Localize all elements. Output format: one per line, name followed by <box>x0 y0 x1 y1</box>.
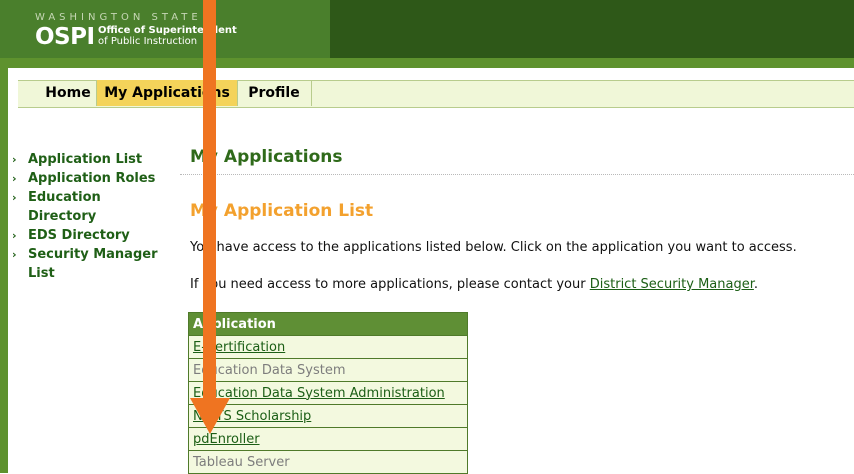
intro-text: You have access to the applications list… <box>190 240 797 255</box>
sidebar-item-education-directory[interactable]: › Education Directory <box>12 188 172 226</box>
app-cell: E-Certification <box>188 335 468 359</box>
header-band <box>0 58 854 68</box>
app-cell: NWTS Scholarship <box>188 404 468 428</box>
chevron-right-icon: › <box>12 153 17 166</box>
app-cell: Education Data System Administration <box>188 381 468 405</box>
chevron-right-icon: › <box>12 229 17 242</box>
sidebar-item-application-roles[interactable]: › Application Roles <box>12 169 172 188</box>
sidebar-item-security-manager-list[interactable]: › Security Manager List <box>12 245 172 283</box>
app-link-eds-administration[interactable]: Education Data System Administration <box>193 386 445 401</box>
table-row: Tableau Server <box>188 450 468 474</box>
tab-profile[interactable]: Profile <box>237 80 312 106</box>
sidebar-item-label: Application Roles <box>28 171 156 186</box>
app-item-tableau-server[interactable]: Tableau Server <box>193 455 290 470</box>
sidebar-item-application-list[interactable]: › Application List <box>12 150 172 169</box>
tab-my-applications[interactable]: My Applications <box>96 80 238 106</box>
applications-table: Application E-Certification Education Da… <box>188 312 468 474</box>
tab-home[interactable]: Home <box>36 80 100 106</box>
table-row: Education Data System Administration <box>188 381 468 405</box>
app-cell: Tableau Server <box>188 450 468 474</box>
district-security-manager-link[interactable]: District Security Manager <box>590 277 754 292</box>
sidebar-item-label: Application List <box>28 152 143 167</box>
table-row: NWTS Scholarship <box>188 404 468 428</box>
ospi-logo[interactable]: OSPI <box>35 24 95 50</box>
section-title: My Application List <box>190 201 374 221</box>
state-label: WASHINGTON STATE <box>35 12 202 23</box>
sidebar-item-label: EDS Directory <box>28 228 130 243</box>
annotation-arrow-shaft <box>203 0 216 402</box>
app-cell: Education Data System <box>188 358 468 382</box>
app-cell: pdEnroller <box>188 427 468 451</box>
sidebar-item-eds-directory[interactable]: › EDS Directory <box>12 226 172 245</box>
title-divider <box>180 174 854 175</box>
table-header-row: Application <box>188 312 468 336</box>
chevron-right-icon: › <box>12 191 17 204</box>
chevron-right-icon: › <box>12 248 17 261</box>
table-row: Education Data System <box>188 358 468 382</box>
contact-text: If you need access to more applications,… <box>190 277 758 292</box>
sidebar-nav: › Application List › Application Roles › Ed… <box>12 150 172 283</box>
contact-suffix: . <box>753 277 759 292</box>
contact-prefix: If you need access to more applications,… <box>190 277 590 292</box>
chevron-right-icon: › <box>12 172 17 185</box>
table-row: pdEnroller <box>188 427 468 451</box>
sidebar-item-label: Security Manager List <box>28 247 158 281</box>
left-frame-bar <box>0 68 8 473</box>
annotation-arrow-head-icon <box>190 398 230 434</box>
org-name-line2: of Public Instruction <box>98 36 198 47</box>
table-row: E-Certification <box>188 335 468 359</box>
sidebar-item-label: Education Directory <box>28 190 101 224</box>
table-header-application: Application <box>188 312 468 336</box>
